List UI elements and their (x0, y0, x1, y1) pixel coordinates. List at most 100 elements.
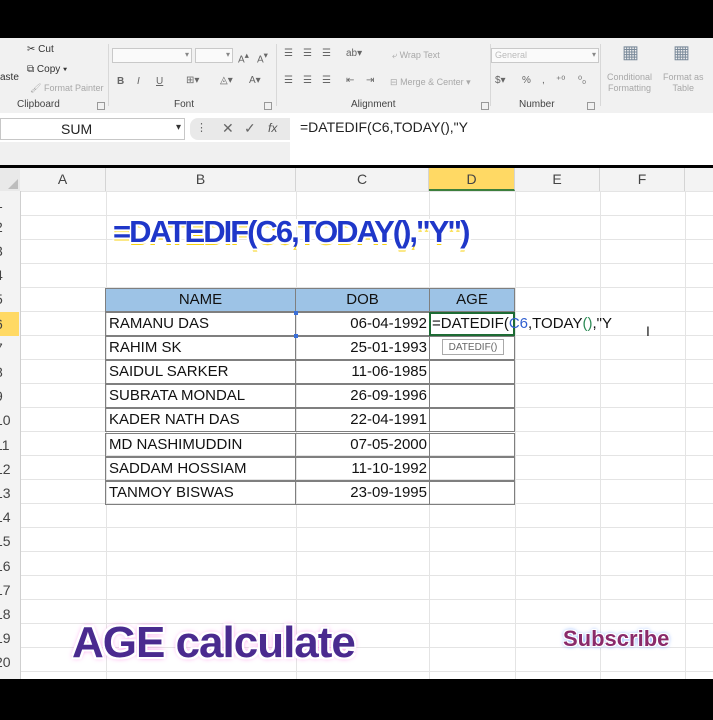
row-header[interactable]: 18 (0, 602, 19, 626)
cell-dob[interactable]: 06-04-1992 (295, 312, 430, 336)
cell-age[interactable] (429, 384, 515, 408)
percent-button[interactable]: % (522, 75, 531, 86)
increase-indent-icon[interactable]: ⇥ (366, 75, 374, 86)
row-header[interactable]: 7 (0, 336, 19, 360)
font-launcher-icon[interactable] (264, 102, 272, 110)
merge-center-button[interactable]: ⊟ Merge & Center ▾ (390, 77, 471, 88)
table-header-age[interactable]: AGE (429, 288, 515, 312)
conditional-formatting-button[interactable]: Conditional Formatting (607, 72, 652, 94)
cell-name[interactable]: SAIDUL SARKER (105, 360, 296, 384)
cell-age[interactable] (429, 433, 515, 457)
align-center-icon[interactable]: ☰ (303, 75, 312, 86)
align-right-icon[interactable]: ☰ (322, 75, 331, 86)
cell-age[interactable] (429, 408, 515, 432)
row-header[interactable]: 9 (0, 384, 19, 408)
currency-icon[interactable]: $▾ (495, 75, 506, 86)
clipboard-launcher-icon[interactable] (97, 102, 105, 110)
paste-button-label[interactable]: aste (0, 72, 19, 83)
underline-button[interactable]: U (156, 76, 163, 87)
orientation-icon[interactable]: ab▾ (346, 48, 362, 59)
increase-decimal-icon[interactable]: ⁺⁰ (556, 75, 565, 86)
grow-font-icon[interactable]: A▴ (238, 50, 249, 65)
row-header[interactable]: 12 (0, 457, 19, 481)
cell-dob[interactable]: 22-04-1991 (295, 408, 430, 432)
name-box[interactable]: SUM ▾ (0, 118, 185, 140)
font-size-combo[interactable] (195, 48, 233, 63)
row-header[interactable]: 2 (0, 215, 19, 239)
number-launcher-icon[interactable] (587, 102, 595, 110)
row-header[interactable]: 3 (0, 239, 19, 263)
row-header[interactable]: 8 (0, 360, 19, 384)
decrease-decimal-icon[interactable]: ⁰₀ (578, 75, 586, 86)
column-header-e[interactable]: E (515, 168, 600, 191)
table-header-dob[interactable]: DOB (295, 288, 430, 312)
row-header[interactable]: 15 (0, 529, 19, 553)
row-header[interactable]: 19 (0, 626, 19, 650)
decrease-indent-icon[interactable]: ⇤ (346, 75, 354, 86)
cell-dob[interactable]: 11-10-1992 (295, 457, 430, 481)
wrap-text-button[interactable]: ⤶ Wrap Text (392, 50, 440, 61)
row-header[interactable]: 14 (0, 505, 19, 529)
cell-dob[interactable]: 11-06-1985 (295, 360, 430, 384)
cut-button[interactable]: ✂ Cut (27, 44, 54, 55)
cell-name[interactable]: KADER NATH DAS (105, 408, 296, 432)
select-all-corner[interactable] (0, 168, 20, 191)
cell-name[interactable]: TANMOY BISWAS (105, 481, 296, 505)
align-left-icon[interactable]: ☰ (284, 75, 293, 86)
cell-age[interactable] (429, 481, 515, 505)
table-header-name[interactable]: NAME (105, 288, 296, 312)
row-header[interactable]: 17 (0, 578, 19, 602)
row-header[interactable]: 5 (0, 287, 19, 311)
middle-align-icon[interactable]: ☰ (303, 48, 312, 59)
bottom-align-icon[interactable]: ☰ (322, 48, 331, 59)
cell-edit-text[interactable]: =DATEDIF(C6,TODAY(),"Y (432, 313, 612, 335)
row-header-selected[interactable]: 6 (0, 312, 19, 336)
column-header-f[interactable]: F (600, 168, 685, 191)
top-align-icon[interactable]: ☰ (284, 48, 293, 59)
font-color-icon[interactable]: A▾ (249, 75, 261, 86)
name-box-dropdown-icon[interactable]: ▾ (176, 122, 181, 133)
cell-dob[interactable]: 26-09-1996 (295, 384, 430, 408)
copy-button[interactable]: ⧉ Copy ▾ (27, 64, 67, 75)
cell-dob[interactable]: 07-05-2000 (295, 433, 430, 457)
row-header[interactable]: 11 (0, 433, 19, 457)
row-header[interactable]: 13 (0, 481, 19, 505)
row-header[interactable]: 4 (0, 263, 19, 287)
fill-color-icon[interactable]: ◬▾ (220, 75, 233, 86)
row-header[interactable]: 1 (0, 191, 19, 215)
row-header[interactable]: 16 (0, 554, 19, 578)
cell-age[interactable] (429, 457, 515, 481)
selection-handle[interactable] (294, 311, 298, 315)
cell-dob[interactable]: 25-01-1993 (295, 336, 430, 360)
format-as-table-button[interactable]: Format as Table (663, 72, 704, 94)
cell-dob[interactable]: 23-09-1995 (295, 481, 430, 505)
comma-button[interactable]: , (542, 75, 545, 86)
number-format-combo[interactable]: General (491, 48, 599, 63)
cell-name[interactable]: MD NASHIMUDDIN (105, 433, 296, 457)
enter-icon[interactable]: ✓ (244, 120, 256, 137)
shrink-font-icon[interactable]: A▾ (257, 50, 268, 65)
formula-input[interactable]: =DATEDIF(C6,TODAY(),"Y (300, 119, 468, 135)
font-name-combo[interactable] (112, 48, 192, 63)
row-header[interactable]: 20 (0, 650, 19, 674)
format-as-table-icon[interactable]: ▦ (673, 42, 690, 63)
cancel-icon[interactable]: ✕ (222, 120, 234, 137)
column-header-a[interactable]: A (20, 168, 106, 191)
alignment-launcher-icon[interactable] (481, 102, 489, 110)
cell-name[interactable]: SUBRATA MONDAL (105, 384, 296, 408)
cell-name[interactable]: RAMANU DAS (105, 312, 296, 336)
borders-icon[interactable]: ⊞▾ (186, 75, 199, 86)
column-header-d[interactable]: D (429, 168, 515, 191)
cell-age[interactable] (429, 360, 515, 384)
bold-button[interactable]: B (117, 76, 124, 87)
italic-button[interactable]: I (137, 76, 140, 87)
insert-function-icon[interactable]: fx (268, 121, 277, 135)
cell-name[interactable]: RAHIM SK (105, 336, 296, 360)
row-header[interactable]: 10 (0, 408, 19, 432)
cell-name[interactable]: SADDAM HOSSIAM (105, 457, 296, 481)
selection-handle[interactable] (294, 334, 298, 338)
conditional-formatting-icon[interactable]: ▦ (622, 42, 639, 63)
format-painter-button[interactable]: 🖌 Format Painter (30, 83, 103, 94)
column-header-c[interactable]: C (296, 168, 429, 191)
column-header-b[interactable]: B (106, 168, 296, 191)
